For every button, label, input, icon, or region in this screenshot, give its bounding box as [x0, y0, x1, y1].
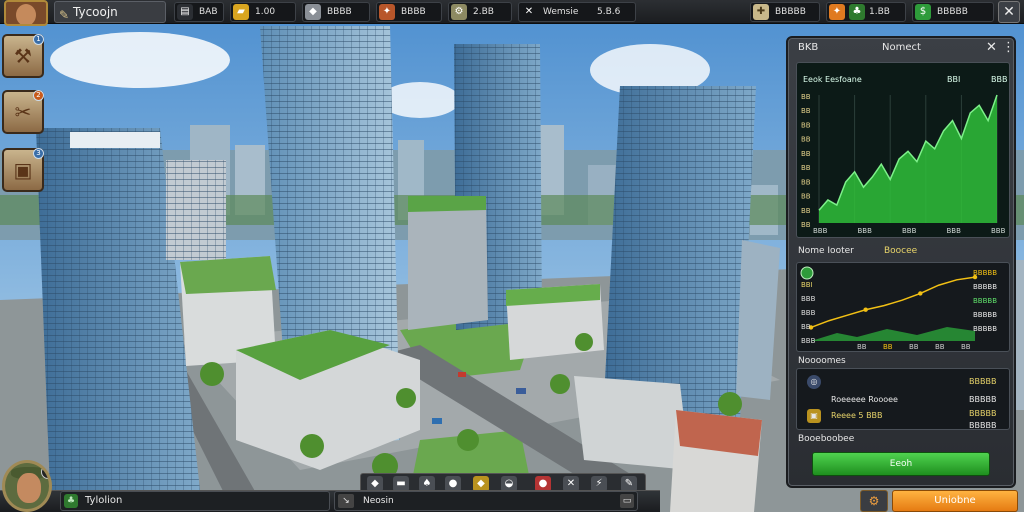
fire-icon: ✦ — [379, 4, 395, 20]
series-label: BBB — [801, 295, 816, 303]
section4-title: Booeboobee — [798, 434, 855, 444]
arrow-icon: ↘ — [338, 494, 354, 508]
crossed-tools-icon: ✕ — [524, 6, 534, 17]
avatar-face — [16, 4, 36, 24]
line-point — [918, 291, 923, 296]
gear-coin-icon: ⚙ — [451, 4, 467, 20]
trend-chart: BBI BBB BBB BB BBB BBBBB BBBBB BBBBB BBBBB BBBBB B… — [796, 262, 1010, 352]
panel-menu-icon[interactable]: ⋮ — [1002, 40, 1015, 55]
x-tick-label: BB — [857, 343, 867, 351]
resource-5[interactable]: ⚙ 2.BB — [448, 2, 512, 22]
line-series — [810, 276, 976, 329]
section2-title: Nome Iooter — [798, 246, 854, 256]
side-badge: 1 — [33, 34, 44, 45]
stats-box: ◎ BBBBB Roeeeee Roooee BBBBB ▣ Reeee 5 B… — [796, 368, 1010, 430]
resource-right-3[interactable]: $ BBBBB — [912, 2, 994, 22]
player-avatar-top[interactable] — [4, 0, 48, 26]
player-name-field[interactable]: ♣ Tylolion — [60, 491, 330, 511]
y-tick-label: BB — [801, 193, 811, 201]
resource-right-1[interactable]: ✚ BBBBB — [750, 2, 820, 22]
clover-icon: ♣ — [64, 494, 78, 508]
side-button-build[interactable]: ✂ 2 — [2, 90, 44, 134]
panel-action-button[interactable]: Eeoh — [812, 452, 990, 476]
upgrade-icon-button[interactable]: ⚙ — [860, 490, 888, 512]
x-tick-label: BB — [935, 343, 945, 351]
quill-icon: ✎ — [59, 8, 70, 22]
section3-title: Noooomes — [798, 356, 846, 366]
y-tick-label: BB — [801, 150, 811, 158]
market-panel: BKB Nomect ✕ ⋮ Eeok Eesfoane BBI BBB BB B… — [786, 36, 1016, 488]
side-button-hammer[interactable]: ⚒ 1 — [2, 34, 44, 78]
gem-icon: ◆ — [305, 4, 321, 20]
series-value: BBBBB — [973, 269, 997, 277]
x-tick-label: BB — [909, 343, 919, 351]
line-chart: BBIBBBBBBBBBBBBBBBBBBBBBBBBBBBBBBBBBBBBB… — [800, 266, 997, 351]
player-avatar-bottom[interactable]: 6 — [2, 460, 52, 512]
y-tick-label: BB — [801, 107, 811, 115]
side-badge: 3 — [33, 148, 44, 159]
y-tick-label: BB — [801, 178, 811, 186]
side-button-storage[interactable]: ▣ 3 — [2, 148, 44, 192]
dollar-icon: $ — [915, 4, 931, 20]
clover-icon: ♣ — [849, 4, 865, 20]
gold-bar-icon: ▰ — [233, 4, 249, 20]
x-tick-label: BB — [883, 343, 893, 351]
y-tick-label: BB — [801, 207, 811, 215]
gear-icon: ⚙ — [868, 494, 880, 508]
avatar-face — [17, 473, 41, 503]
upgrade-button[interactable]: Uniobne — [892, 490, 1018, 512]
fire-icon: ✦ — [829, 4, 845, 20]
resource-right-2[interactable]: ✦ ♣ 1.BB — [826, 2, 906, 22]
end-button-icon[interactable]: ▭ — [620, 494, 634, 508]
section2-title2: Boocee — [884, 246, 918, 256]
tools-resource[interactable]: ✕ Wemsie 5.B.6 — [518, 2, 636, 22]
x-tick-label: BBB — [858, 227, 873, 235]
y-tick-label: BB — [801, 93, 811, 101]
side-badge: 2 — [33, 90, 44, 101]
volume-area — [811, 327, 975, 341]
area-chart: BBBBBBBBBBBBBBBBBBBBBBB BBB BBB BBB BBB — [801, 93, 1006, 235]
y-tick-label: BB — [801, 221, 811, 229]
x-tick-label: BBB — [902, 227, 917, 235]
coin-icon — [800, 266, 814, 280]
series-label: BBB — [801, 309, 816, 317]
x-tick-label: BB — [961, 343, 971, 351]
resource-4[interactable]: ✦ BBBB — [376, 2, 442, 22]
resource-2[interactable]: ▰ 1.00 — [230, 2, 296, 22]
y-tick-label: BB — [801, 136, 811, 144]
x-tick-label: BBB — [813, 227, 828, 235]
bottom-input-field[interactable]: ↘ Neosin ▭ — [334, 491, 638, 511]
resource-3[interactable]: ◆ BBBB — [302, 2, 370, 22]
market-chart: Eeok Eesfoane BBI BBB BB BB BB BB BB BB BB BB BB… — [796, 62, 1010, 238]
top-bar: ✎ Tycoojn ▤ BAB ▰ 1.00 ◆ BBBB ✦ BBBB ⚙ 2… — [0, 0, 1024, 26]
chest-icon: ▣ — [807, 409, 821, 423]
y-tick-label: BB — [801, 164, 811, 172]
y-tick-label: BB — [801, 121, 811, 129]
close-icon: ✕ — [1003, 4, 1015, 20]
series-value: BBBBB — [973, 311, 997, 319]
series-value: BBBBB — [973, 297, 997, 305]
globe-icon: ◎ — [807, 375, 821, 389]
series-label: BB — [801, 323, 811, 331]
series-value: BBBBB — [973, 325, 997, 333]
close-button[interactable]: ✕ — [998, 1, 1020, 23]
coin-stack-icon: ▤ — [177, 4, 193, 20]
panel-close-icon[interactable]: ✕ — [986, 40, 997, 55]
x-tick-label: BBB — [991, 227, 1006, 235]
game-title: ✎ Tycoojn — [54, 1, 166, 23]
line-point — [863, 307, 868, 312]
series-value: BBBBB — [973, 283, 997, 291]
panel-header: BKB Nomect ✕ ⋮ — [798, 40, 1015, 55]
wrench-icon: ✚ — [753, 4, 769, 20]
x-tick-label: BBB — [947, 227, 962, 235]
series-label: BBI — [801, 281, 813, 289]
resource-1[interactable]: ▤ BAB — [174, 2, 224, 22]
series-label: BBB — [801, 337, 816, 345]
